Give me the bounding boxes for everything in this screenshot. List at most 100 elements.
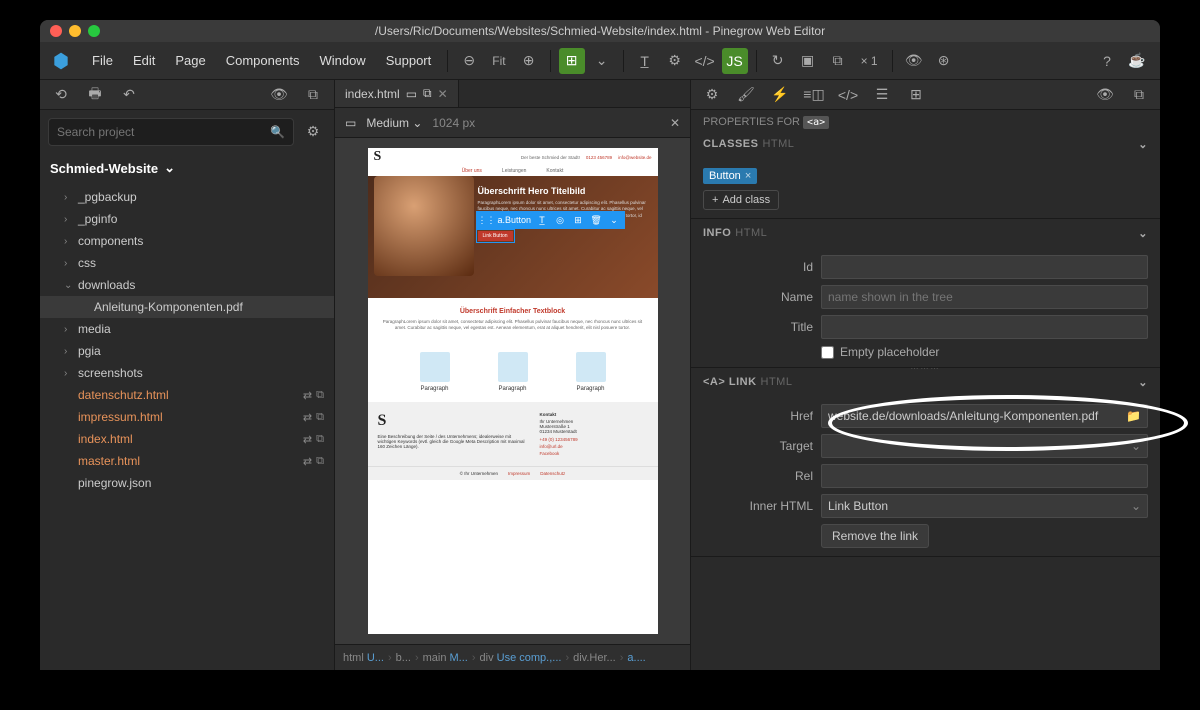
bc-html[interactable]: html U... (343, 652, 384, 664)
clone-icon[interactable]: ⧉ (316, 433, 324, 446)
menu-edit[interactable]: Edit (125, 49, 163, 72)
tree-item[interactable]: ›css (40, 252, 334, 274)
empty-placeholder-checkbox[interactable] (821, 346, 834, 359)
clone-icon[interactable]: ⧉ (300, 82, 326, 108)
eye-icon[interactable]: 👁 (1092, 82, 1118, 108)
print-icon[interactable]: 🖶 (82, 82, 108, 108)
class-tag-button[interactable]: Button × (703, 168, 757, 184)
filter-icon[interactable]: ⚙ (300, 118, 326, 144)
chevron-icon[interactable]: › (64, 214, 74, 225)
tree-item[interactable]: ›_pginfo (40, 208, 334, 230)
chevron-down-icon[interactable]: ⌄ (1131, 499, 1141, 513)
bc-main[interactable]: main M... (423, 652, 468, 664)
text-tool-icon[interactable]: T̲ (632, 48, 658, 74)
rel-input[interactable] (828, 469, 1141, 483)
tree-item[interactable]: pinegrow.json (40, 472, 334, 494)
chevron-icon[interactable]: › (64, 324, 74, 335)
target-input[interactable] (828, 439, 1127, 453)
search-icon[interactable]: 🔍 (270, 125, 285, 139)
action-icon[interactable]: ⇄ (303, 433, 312, 446)
bc-body[interactable]: b... (396, 652, 411, 664)
action-icon[interactable]: ⇄ (303, 411, 312, 424)
tree-item[interactable]: ›screenshots (40, 362, 334, 384)
inner-html-input[interactable] (828, 499, 1127, 513)
device-icon[interactable]: ▭ (345, 116, 356, 130)
chevron-icon[interactable]: › (64, 236, 74, 247)
tree-item[interactable]: ›media (40, 318, 334, 340)
js-tool-icon[interactable]: JS (722, 48, 748, 74)
href-input[interactable] (828, 409, 1122, 423)
clone-icon[interactable]: ⧉ (316, 455, 324, 468)
fit-label[interactable]: Fit (486, 54, 511, 68)
visibility-icon[interactable]: 👁 (901, 48, 927, 74)
chevron-icon[interactable]: › (64, 258, 74, 269)
chevron-icon[interactable]: › (64, 368, 74, 379)
clone-icon[interactable]: ⧉ (1126, 82, 1152, 108)
collapse-icon[interactable]: ⟲ (48, 82, 74, 108)
chevron-icon[interactable]: › (64, 346, 74, 357)
remove-class-icon[interactable]: × (745, 170, 751, 182)
action-icon[interactable]: ⇄ (303, 455, 312, 468)
menu-file[interactable]: File (84, 49, 121, 72)
coffee-icon[interactable]: ☕ (1124, 48, 1150, 74)
tab-close-icon[interactable]: ✕ (438, 87, 448, 101)
id-input[interactable] (828, 260, 1141, 274)
tree-item[interactable]: datenschutz.html⇄⧉ (40, 384, 334, 406)
zoom-level[interactable]: × 1 (855, 54, 884, 68)
app-logo-icon[interactable] (50, 50, 72, 72)
browser-icon[interactable]: ⧉ (825, 48, 851, 74)
sliders-icon[interactable]: ⚙ (699, 82, 725, 108)
delete-icon[interactable]: 🗑 (589, 213, 603, 227)
viewport-size-select[interactable]: Medium ⌄ (366, 116, 422, 130)
classes-header[interactable]: CLASSES HTML ⌄ (691, 130, 1160, 158)
tree-item[interactable]: ›components (40, 230, 334, 252)
remove-link-button[interactable]: Remove the link (821, 524, 929, 548)
edit-text-icon[interactable]: T̲ (535, 213, 549, 227)
empty-placeholder-check[interactable]: Empty placeholder (821, 345, 1148, 359)
menu-page[interactable]: Page (167, 49, 213, 72)
grid-tool-icon[interactable]: ⊞ (559, 48, 585, 74)
more-icon[interactable]: ⌄ (607, 213, 621, 227)
chevron-icon[interactable]: › (64, 192, 74, 203)
clone-icon[interactable]: ⧉ (316, 411, 324, 424)
grid-icon[interactable]: ⊞ (571, 213, 585, 227)
tree-item[interactable]: index.html⇄⧉ (40, 428, 334, 450)
style-icon[interactable]: ⚡ (767, 82, 793, 108)
zoom-out-icon[interactable]: ⊖ (456, 48, 482, 74)
name-input[interactable] (828, 290, 1141, 304)
refresh-icon[interactable]: ↻ (765, 48, 791, 74)
link-tool-icon[interactable]: ⚙ (662, 48, 688, 74)
eye-icon[interactable]: 👁 (266, 82, 292, 108)
action-icon[interactable]: ⇄ (303, 389, 312, 402)
tree-icon[interactable]: ☰ (869, 82, 895, 108)
menu-support[interactable]: Support (378, 49, 440, 72)
drag-handle-icon[interactable]: ⋯⋯⋯ (911, 364, 941, 373)
code-icon[interactable]: </> (835, 82, 861, 108)
tree-item[interactable]: ›_pgbackup (40, 186, 334, 208)
page-preview[interactable]: S Der beste Schmied der Stadt! 0123 4567… (335, 138, 690, 644)
search-input[interactable] (57, 125, 270, 139)
tree-item[interactable]: master.html⇄⧉ (40, 450, 334, 472)
help-icon[interactable]: ? (1094, 48, 1120, 74)
tree-item[interactable]: Anleitung-Komponenten.pdf (40, 296, 334, 318)
code-tool-icon[interactable]: </> (692, 48, 718, 74)
drag-handle-icon[interactable]: ⋮⋮ (480, 213, 494, 227)
chevron-down-icon[interactable]: ⌄ (1131, 439, 1141, 453)
chevron-icon[interactable]: ⌄ (64, 280, 74, 291)
tab-clone-icon[interactable]: ⧉ (423, 86, 432, 101)
chevron-down-icon[interactable]: ⌄ (589, 48, 615, 74)
project-name[interactable]: Schmied-Website ⌄ (40, 154, 334, 182)
folder-icon[interactable]: 📁 (1126, 409, 1141, 423)
component-icon[interactable]: ⊞ (903, 82, 929, 108)
target-icon[interactable]: ◎ (553, 213, 567, 227)
tab-device-icon[interactable]: ▭ (406, 87, 417, 101)
brush-icon[interactable]: 🖌 (733, 82, 759, 108)
menu-window[interactable]: Window (311, 49, 373, 72)
preview-icon[interactable]: ▣ (795, 48, 821, 74)
zoom-in-icon[interactable]: ⊕ (516, 48, 542, 74)
tab-index-html[interactable]: index.html ▭ ⧉ ✕ (335, 80, 459, 107)
title-input[interactable] (828, 320, 1141, 334)
tree-item[interactable]: impressum.html⇄⧉ (40, 406, 334, 428)
selected-element[interactable]: ⋮⋮ a.Button T̲ ◎ ⊞ 🗑 ⌄ Link Button (478, 231, 513, 241)
layout-icon[interactable]: ≡◫ (801, 82, 827, 108)
